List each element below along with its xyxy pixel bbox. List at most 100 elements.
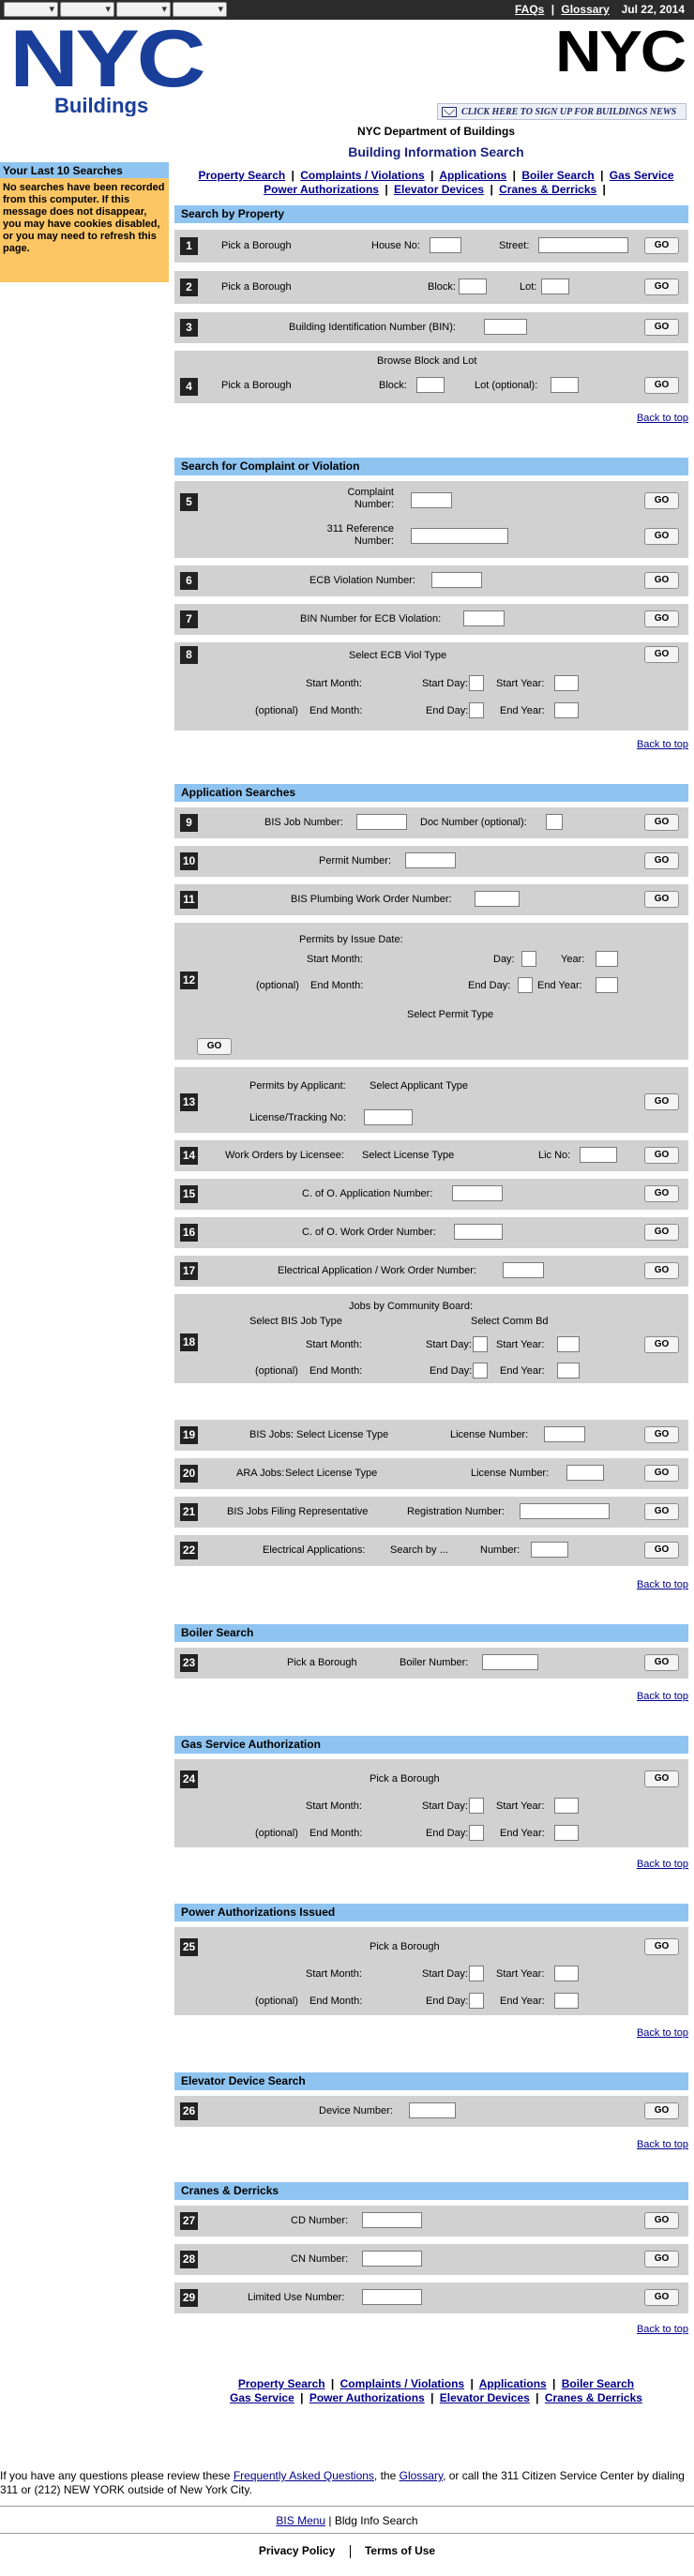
bin-ecb-input[interactable] <box>463 610 505 626</box>
go-button[interactable]: GO <box>644 1185 679 1202</box>
borough-select[interactable]: Pick a Borough <box>370 1773 440 1785</box>
ecb-violation-input[interactable] <box>431 572 482 588</box>
go-button[interactable]: GO <box>644 1262 679 1279</box>
permit-number-input[interactable] <box>405 852 456 868</box>
end-year-input[interactable] <box>554 1825 579 1841</box>
registration-number-input[interactable] <box>520 1503 610 1519</box>
street-input[interactable] <box>538 237 628 253</box>
end-year-input[interactable] <box>554 1993 579 2009</box>
plumbing-input[interactable] <box>475 891 520 907</box>
device-number-input[interactable] <box>409 2102 456 2118</box>
end-day-input[interactable] <box>469 702 484 718</box>
end-month-select[interactable]: End Month: <box>309 705 362 716</box>
go-button[interactable]: GO <box>644 2102 679 2119</box>
go-button[interactable]: GO <box>644 279 679 295</box>
go-button[interactable]: GO <box>644 1542 679 1559</box>
back-to-top-link[interactable]: Back to top <box>637 1579 688 1590</box>
borough-select[interactable]: Pick a Borough <box>221 281 292 293</box>
go-button[interactable]: GO <box>644 528 679 545</box>
select-2[interactable] <box>60 2 114 17</box>
bis-job-input[interactable] <box>356 814 407 830</box>
borough-select[interactable]: Pick a Borough <box>221 240 292 251</box>
cn-number-input[interactable] <box>362 2251 422 2267</box>
go-button[interactable]: GO <box>644 646 679 663</box>
glossary-link[interactable]: Glossary <box>561 3 609 16</box>
license-number-input[interactable] <box>544 1426 585 1442</box>
nav-gas[interactable]: Gas Service <box>230 2391 294 2404</box>
nav-power[interactable]: Power Authorizations <box>264 183 379 196</box>
back-to-top-link[interactable]: Back to top <box>637 2027 688 2039</box>
start-year-input[interactable] <box>596 951 618 967</box>
go-button[interactable]: GO <box>644 1224 679 1241</box>
end-day-input[interactable] <box>469 1993 484 2009</box>
start-month-select[interactable]: Start Month: <box>306 678 362 689</box>
go-button[interactable]: GO <box>644 1503 679 1520</box>
nav-complaints[interactable]: Complaints / Violations <box>300 169 424 182</box>
go-button[interactable]: GO <box>644 891 679 908</box>
select-4[interactable] <box>173 2 227 17</box>
go-button[interactable]: GO <box>644 2212 679 2229</box>
newsletter-signup-banner[interactable]: CLICK HERE TO SIGN UP FOR BUILDINGS NEWS <box>437 103 686 120</box>
start-year-input[interactable] <box>557 1336 580 1352</box>
go-button[interactable]: GO <box>644 1654 679 1671</box>
end-month-select[interactable]: End Month: <box>309 1828 362 1839</box>
limited-use-input[interactable] <box>362 2289 422 2305</box>
nav-gas[interactable]: Gas Service <box>610 169 674 182</box>
start-year-input[interactable] <box>554 1966 579 1981</box>
start-month-select[interactable]: Start Month: <box>306 1339 362 1350</box>
privacy-policy-link[interactable]: Privacy Policy <box>259 2544 335 2557</box>
complaint-number-input[interactable] <box>411 492 452 508</box>
select-3[interactable] <box>116 2 171 17</box>
start-day-input[interactable] <box>469 675 484 691</box>
go-button[interactable]: GO <box>644 2251 679 2267</box>
nav-elevator[interactable]: Elevator Devices <box>394 183 484 196</box>
electrical-work-order-input[interactable] <box>503 1262 544 1278</box>
go-button[interactable]: GO <box>644 1938 679 1955</box>
start-day-input[interactable] <box>469 1966 484 1981</box>
borough-select[interactable]: Pick a Borough <box>287 1657 357 1668</box>
go-button[interactable]: GO <box>644 492 679 509</box>
nav-cranes[interactable]: Cranes & Derricks <box>545 2391 642 2404</box>
borough-select[interactable]: Pick a Borough <box>370 1941 440 1952</box>
license-type-select[interactable]: Select License Type <box>296 1429 388 1440</box>
go-button[interactable]: GO <box>644 1336 679 1353</box>
nav-complaints[interactable]: Complaints / Violations <box>340 2377 464 2390</box>
start-month-select[interactable]: Start Month: <box>306 1968 362 1980</box>
ref-311-input[interactable] <box>411 528 508 544</box>
ecb-viol-type-select[interactable]: Select ECB Viol Type <box>349 650 446 661</box>
bin-input[interactable] <box>484 319 527 335</box>
end-month-select[interactable]: End Month: <box>310 980 363 991</box>
start-month-select[interactable]: Start Month: <box>307 954 363 965</box>
back-to-top-link[interactable]: Back to top <box>637 413 688 424</box>
nav-applications[interactable]: Applications <box>479 2377 547 2390</box>
start-day-input[interactable] <box>469 1798 484 1814</box>
go-button[interactable]: GO <box>644 1093 679 1110</box>
back-to-top-link[interactable]: Back to top <box>637 739 688 750</box>
comm-bd-select[interactable]: Select Comm Bd <box>471 1316 549 1327</box>
glossary-link[interactable]: Glossary <box>400 2469 443 2482</box>
go-button[interactable]: GO <box>197 1038 232 1055</box>
license-tracking-input[interactable] <box>364 1109 413 1125</box>
license-type-select[interactable]: Select License Type <box>285 1468 377 1479</box>
lot-input[interactable] <box>541 279 569 294</box>
go-button[interactable]: GO <box>644 237 679 254</box>
bis-job-type-select[interactable]: Select BIS Job Type <box>249 1316 342 1327</box>
lot-input[interactable] <box>551 377 579 393</box>
go-button[interactable]: GO <box>644 572 679 589</box>
go-button[interactable]: GO <box>644 319 679 336</box>
faq-link[interactable]: Frequently Asked Questions <box>234 2469 374 2482</box>
start-day-input[interactable] <box>473 1336 488 1352</box>
faqs-link[interactable]: FAQs <box>515 3 544 16</box>
co-work-order-input[interactable] <box>454 1224 503 1240</box>
bis-menu-link[interactable]: BIS Menu <box>276 2514 325 2527</box>
go-button[interactable]: GO <box>644 1426 679 1443</box>
terms-of-use-link[interactable]: Terms of Use <box>365 2544 435 2557</box>
nav-property-search[interactable]: Property Search <box>238 2377 325 2390</box>
nav-power[interactable]: Power Authorizations <box>309 2391 425 2404</box>
boiler-number-input[interactable] <box>482 1654 538 1670</box>
end-year-input[interactable] <box>554 702 579 718</box>
end-year-input[interactable] <box>557 1363 580 1378</box>
license-type-select[interactable]: Select License Type <box>362 1150 454 1161</box>
end-month-select[interactable]: End Month: <box>309 1996 362 2007</box>
go-button[interactable]: GO <box>644 814 679 831</box>
